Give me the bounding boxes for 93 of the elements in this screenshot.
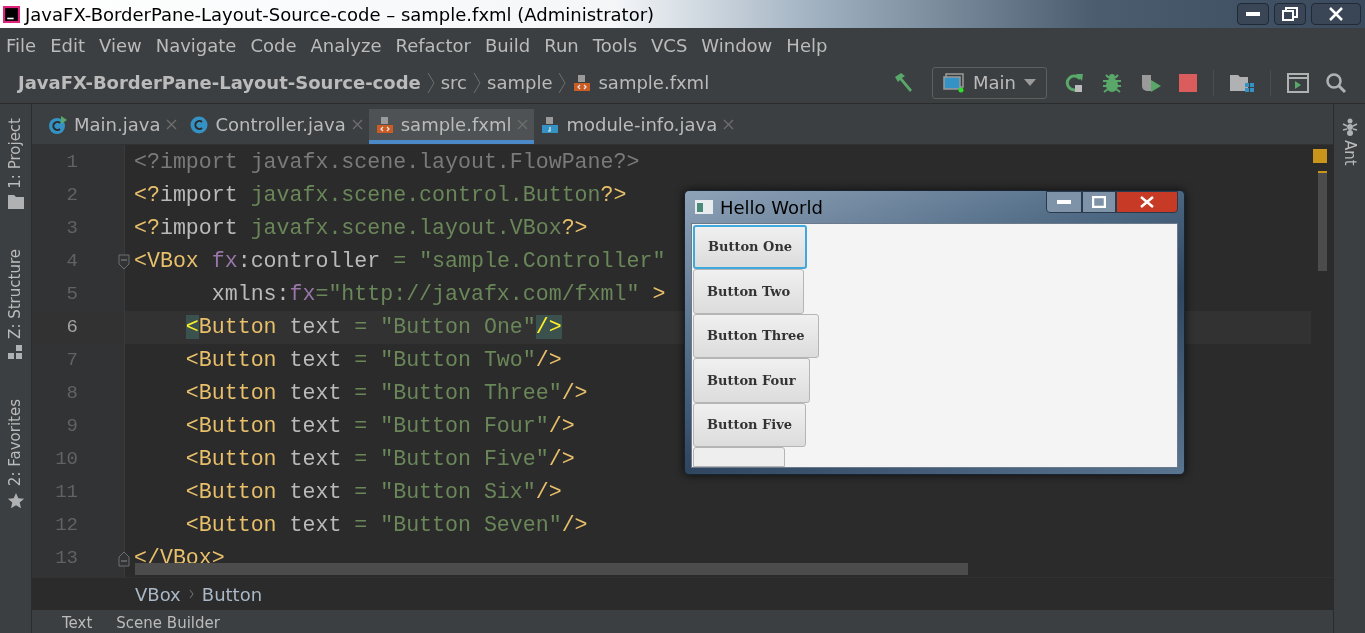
menu-item[interactable]: Help (786, 31, 828, 59)
close-button[interactable] (1311, 3, 1361, 25)
menu-item[interactable]: Build (485, 31, 531, 59)
editor-tab[interactable]: sample.fxml (368, 109, 535, 144)
run-window-icon[interactable] (1287, 72, 1309, 93)
star-icon (6, 491, 25, 510)
preview-button[interactable]: Button Four (693, 358, 810, 403)
maximize-icon (1092, 196, 1106, 208)
preview-button[interactable]: Button Three (693, 313, 819, 359)
window-title: JavaFX-BorderPane-Layout-Source-code – sample.fxml (Administrator) (25, 2, 655, 27)
code-line: <?import javafx.scene.layout.FlowPane?> (134, 149, 640, 177)
editor-tab[interactable]: module-info.java (534, 109, 741, 144)
minimize-button[interactable] (1237, 3, 1269, 25)
breadcrumb-item[interactable]: sample.fxml (598, 69, 710, 96)
minimize-icon (1057, 200, 1071, 204)
code-line: <Button text = "Button Six"/> (184, 479, 562, 507)
code-line: <?import javafx.scene.layout.VBox?> (134, 215, 588, 243)
tool-window-tab[interactable]: 1: Project (4, 118, 27, 189)
caret-icon (1024, 78, 1036, 87)
code-line: <Button text = "Button Three"/> (184, 380, 588, 408)
close-icon[interactable] (351, 119, 363, 130)
editor-mode-tab[interactable]: Text (62, 613, 93, 633)
menu-item[interactable]: Window (701, 31, 773, 59)
breadcrumb-item[interactable]: Button (201, 580, 263, 608)
close-button[interactable] (1116, 191, 1178, 213)
code-line: <VBox fx:controller = "sample.Controller" (134, 248, 666, 276)
maximize-button[interactable] (1082, 191, 1116, 213)
rerun-icon[interactable] (1063, 71, 1085, 94)
preview-button[interactable]: Button One (693, 225, 808, 270)
preview-window-title: Hello World (720, 195, 823, 220)
menu-item[interactable]: Code (250, 31, 297, 59)
fxml-file-icon (572, 72, 593, 93)
line-number: 6 (65, 315, 78, 341)
code-line: <?import javafx.scene.control.Button?> (134, 182, 627, 210)
stop-icon[interactable] (1179, 73, 1197, 92)
code-line: <Button text = "Button Two"/> (184, 347, 562, 375)
restore-icon (1282, 7, 1298, 21)
preview-button[interactable]: Button Five (693, 402, 807, 448)
breadcrumb-item[interactable]: VBox (135, 580, 181, 608)
close-icon (1140, 196, 1154, 208)
menu-item[interactable]: VCS (651, 31, 688, 59)
menu-item[interactable]: Navigate (155, 31, 237, 59)
tool-window-tab[interactable]: Ant (1338, 140, 1361, 166)
ant-icon (1341, 118, 1358, 136)
breadcrumb-item[interactable]: sample (487, 69, 553, 96)
menu-item[interactable]: Refactor (395, 31, 471, 59)
editor-mode-tab[interactable]: Scene Builder (116, 613, 220, 633)
breadcrumb-item[interactable]: src (440, 69, 467, 96)
editor-tab[interactable]: Main.java (42, 109, 184, 144)
window-icon (943, 72, 965, 93)
run-config-dropdown[interactable]: Main (932, 66, 1047, 99)
menu-item[interactable]: Edit (50, 31, 85, 59)
tool-window-tab[interactable]: Z: Structure (4, 248, 27, 339)
menu-item[interactable]: View (99, 31, 142, 59)
folder-icon (7, 194, 24, 209)
menu-item[interactable]: File (6, 31, 37, 59)
folder-grid-icon[interactable] (1230, 72, 1254, 93)
tool-window-tab[interactable]: 2: Favorites (4, 398, 27, 486)
chevron-icon (426, 71, 435, 94)
close-icon (1329, 7, 1343, 21)
fxml-file-icon (374, 114, 395, 135)
code-line: <Button text = "Button One"/> (184, 314, 562, 342)
close-icon[interactable] (723, 119, 735, 130)
chevron-icon (558, 71, 567, 94)
vertical-scrollbar[interactable] (1318, 171, 1327, 271)
app-window-icon (695, 200, 713, 214)
close-icon[interactable] (166, 119, 178, 130)
app-logo-icon (3, 5, 20, 23)
menu-item[interactable]: Analyze (310, 31, 382, 59)
minimize-button[interactable] (1046, 191, 1082, 213)
class-run-icon (48, 114, 68, 135)
editor-tab[interactable]: Controller.java (183, 109, 369, 144)
chevron-icon (188, 589, 194, 599)
preview-button[interactable]: Button Two (693, 269, 805, 314)
restore-button[interactable] (1274, 3, 1306, 25)
code-line: xmlns:fx="http://javafx.com/fxml" > (210, 281, 666, 309)
menu-item[interactable]: Tools (592, 31, 638, 59)
minimize-icon (1246, 12, 1260, 16)
code-line: <Button text = "Button Four"/> (184, 413, 575, 441)
code-line: <Button text = "Button Five"/> (184, 446, 575, 474)
bug-icon[interactable] (1101, 71, 1123, 94)
search-icon[interactable] (1325, 71, 1347, 94)
chevron-icon (473, 71, 481, 94)
class-icon (189, 114, 210, 135)
fold-marker-icon[interactable] (118, 253, 130, 270)
breadcrumb-item[interactable]: JavaFX-BorderPane-Layout-Source-code (18, 69, 421, 96)
horizontal-scrollbar[interactable] (135, 563, 968, 575)
code-line: <Button text = "Button Seven"/> (184, 512, 588, 540)
menu-item[interactable]: Run (544, 31, 579, 59)
warning-marker (1313, 149, 1327, 163)
java-file-icon (540, 114, 561, 135)
structure-icon (7, 344, 24, 359)
fold-marker-icon[interactable] (118, 550, 130, 567)
